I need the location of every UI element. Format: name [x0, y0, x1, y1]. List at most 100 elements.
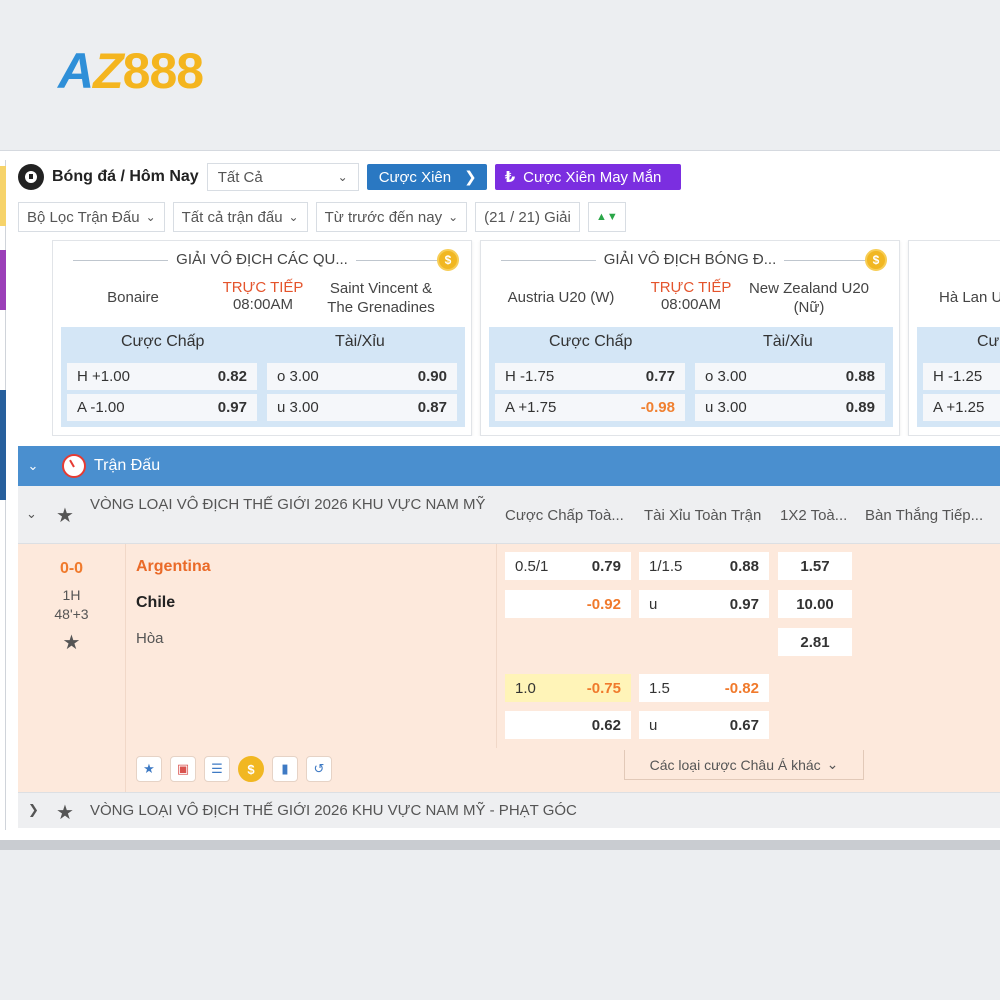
card-teams: Austria U20 (W) TRỰC TIẾP 08:00AM New Ze… — [481, 277, 899, 317]
card-odds: Cược Chấp Tài/Xỉu H -1.75 0.77 o 3.00 0.88… — [489, 327, 893, 427]
odds-cell-home-handicap[interactable]: H +1.00 0.82 — [67, 363, 257, 390]
1x2-away-odds[interactable]: 10.00 — [778, 590, 852, 618]
sidebar-tile-purple[interactable] — [0, 250, 6, 310]
alt-handicap-away-odds[interactable]: 0.62 — [505, 711, 631, 739]
match-minute: 48'+3 — [54, 606, 89, 622]
card-odds: Cược Chấp Tài/Xỉu H +1.00 0.82 o 3.00 0.90… — [61, 327, 465, 427]
favorite-star-icon[interactable]: ★ — [136, 756, 162, 782]
odds-cell-home-handicap[interactable]: H -1.75 0.77 — [495, 363, 685, 390]
star-icon[interactable]: ★ — [56, 503, 74, 528]
coin-icon[interactable]: $ — [238, 756, 264, 782]
under-odds[interactable]: u 0.97 — [639, 590, 769, 618]
sport-select[interactable]: Tất Cả ⌄ — [206, 163, 359, 191]
odds-value: 0.97 — [217, 399, 247, 416]
match-actions: ★ ▣ ☰ $ ▮ ↺ — [136, 756, 332, 782]
odds-value: 0.82 — [217, 368, 247, 385]
alt-handicap-home-odds[interactable]: 1.0 -0.75 — [505, 674, 631, 702]
matches-section-header[interactable]: ⌄ Trận Đấu — [18, 446, 1000, 486]
kickoff-time: 08:00AM — [232, 296, 294, 313]
card-home-team: Bonaire — [107, 289, 159, 306]
live-label: TRỰC TIẾP — [222, 279, 304, 296]
chevron-down-icon[interactable]: ⌄ — [18, 458, 48, 474]
handicap-header: Cược Chấp — [549, 333, 633, 350]
lucky-icon: ₺ — [504, 169, 516, 186]
odds-value: -0.92 — [586, 595, 621, 613]
league-header[interactable]: ⌄ ★ VÒNG LOẠI VÔ ĐỊCH THẾ GIỚI 2026 KHU … — [18, 486, 1000, 544]
time-filter-dropdown[interactable]: Từ trước đến nay ⌄ — [315, 202, 468, 232]
history-icon[interactable]: ↺ — [306, 756, 332, 782]
live-tv-icon[interactable]: ▣ — [170, 756, 196, 782]
featured-matches: GIẢI VÔ ĐỊCH CÁC QU... $ Bonaire TRỰC TI… — [52, 240, 1000, 436]
odds-cell-over[interactable]: o 3.00 0.90 — [267, 363, 457, 390]
lucky-parlay-button[interactable]: ₺ Cược Xiên May Mắn — [494, 164, 681, 190]
over-under-header: Tài/Xỉu — [335, 333, 385, 350]
odds-value: 0.97 — [729, 595, 759, 613]
featured-card[interactable]: GIẢI VÔ ĐỊCH CÁC QU... $ Bonaire TRỰC TI… — [52, 240, 472, 436]
coin-icon: $ — [437, 249, 459, 271]
league-header-corners[interactable]: ❯ ★ VÒNG LOẠI VÔ ĐỊCH THẾ GIỚI 2026 KHU … — [18, 792, 1000, 828]
odds-cell-away-handicap[interactable]: A +1.75 -0.98 — [495, 394, 685, 421]
featured-card-partial[interactable]: Hà Lan U Cư H -1.25 A +1.25 — [908, 240, 1000, 436]
stats-card-icon[interactable]: ☰ — [204, 756, 230, 782]
sidebar-tile-yellow[interactable] — [0, 166, 6, 226]
sidebar-tile-blue[interactable] — [0, 390, 6, 500]
live-score: 0-0 — [59, 560, 84, 577]
logo-number: 888 — [122, 43, 204, 99]
odds-value: 1.57 — [800, 557, 830, 575]
odds-cell-under[interactable]: u 3.00 0.87 — [267, 394, 457, 421]
live-label: TRỰC TIẾP — [650, 279, 732, 296]
under-label: u — [649, 716, 658, 734]
divider — [496, 544, 497, 748]
1x2-draw-odds[interactable]: 2.81 — [778, 628, 852, 656]
sport-select-value: Tất Cả — [217, 168, 263, 186]
odds-value: 10.00 — [796, 595, 834, 613]
odds-cell-away-handicap[interactable]: A -1.00 0.97 — [67, 394, 257, 421]
chevron-down-icon: ⌄ — [145, 210, 156, 224]
ou-line: o 3.00 — [705, 368, 747, 385]
coin-icon: $ — [865, 249, 887, 271]
more-asian-bets-button[interactable]: Các loại cược Châu Á khác ⌄ — [624, 750, 864, 780]
match-filter-dropdown[interactable]: Bộ Lọc Trận Đấu ⌄ — [18, 202, 165, 232]
kickoff-time: 08:00AM — [660, 296, 722, 313]
left-sidebar-strip — [0, 160, 6, 830]
col-header-over-under: Tài Xỉu Toàn Trận — [644, 507, 762, 524]
star-icon[interactable]: ★ — [18, 630, 125, 655]
all-matches-dropdown[interactable]: Tất cả trận đấu ⌄ — [172, 202, 308, 232]
ou-line: u 3.00 — [277, 399, 319, 416]
odds-cell-home-handicap[interactable]: H -1.25 — [923, 363, 1000, 390]
match-filter-label: Bộ Lọc Trận Đấu — [27, 208, 140, 226]
ou-line: 1/1.5 — [649, 557, 683, 575]
parlay-button[interactable]: Cược Xiên ❯ — [366, 164, 487, 190]
alt-under-odds[interactable]: u 0.67 — [639, 711, 769, 739]
more-asian-bets-label: Các loại cược Châu Á khác — [649, 756, 821, 773]
odds-cell-over[interactable]: o 3.00 0.88 — [695, 363, 885, 390]
league-name: VÒNG LOẠI VÔ ĐỊCH THẾ GIỚI 2026 KHU VỰC … — [90, 496, 486, 513]
chevron-right-icon[interactable]: ❯ — [28, 802, 39, 818]
brand-logo: A Z 888 — [58, 40, 204, 102]
odds-cell-away-handicap[interactable]: A +1.25 — [923, 394, 1000, 421]
bar-chart-icon[interactable]: ▮ — [272, 756, 298, 782]
alt-over-odds[interactable]: 1.5 -0.82 — [639, 674, 769, 702]
period-label: 1H — [62, 587, 81, 603]
chevron-down-icon: ⌄ — [826, 756, 839, 772]
sort-icon[interactable]: ▲▼ — [587, 202, 626, 232]
featured-card[interactable]: GIẢI VÔ ĐỊCH BÓNG Đ... $ Austria U20 (W)… — [480, 240, 900, 436]
card-status: TRỰC TIẾP 08:00AM — [203, 279, 323, 313]
chevron-down-icon[interactable]: ⌄ — [26, 506, 37, 522]
logo-letter-z: Z — [93, 43, 124, 99]
handicap-away-odds[interactable]: -0.92 — [505, 590, 631, 618]
star-icon[interactable]: ★ — [56, 800, 74, 825]
over-under-header: Tài/Xỉu — [763, 333, 813, 350]
handicap-home-odds[interactable]: 0.5/1 0.79 — [505, 552, 631, 580]
odds-cell-under[interactable]: u 3.00 0.89 — [695, 394, 885, 421]
odds-value: 0.67 — [729, 716, 759, 734]
odds-value: -0.75 — [586, 679, 621, 697]
away-line-1: New Zealand U20 — [748, 280, 870, 297]
league-count-filter[interactable]: (21 / 21) Giải — [475, 202, 580, 232]
1x2-home-odds[interactable]: 1.57 — [778, 552, 852, 580]
under-label: u — [649, 595, 658, 613]
chevron-right-icon: ❯ — [464, 169, 477, 186]
chevron-down-icon: ⌄ — [337, 170, 348, 184]
over-odds[interactable]: 1/1.5 0.88 — [639, 552, 769, 580]
handicap-line: 1.0 — [515, 679, 536, 697]
